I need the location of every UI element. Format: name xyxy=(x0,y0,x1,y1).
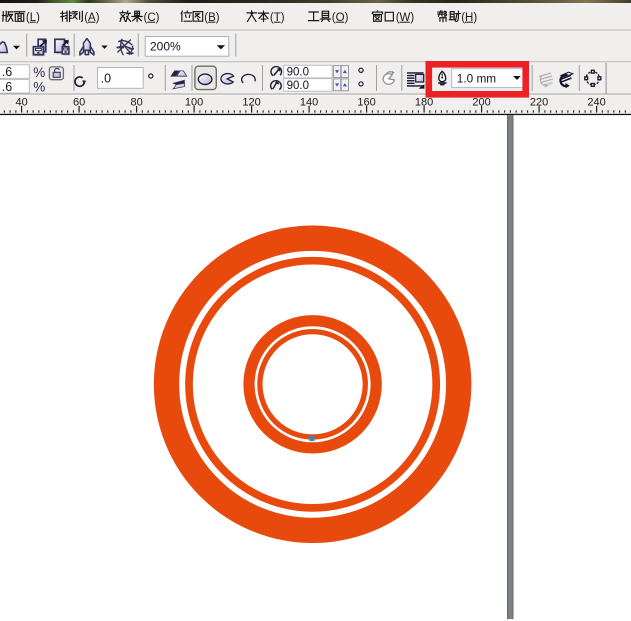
svg-text:%: % xyxy=(33,80,45,95)
svg-text:%: % xyxy=(33,65,45,80)
svg-text:180: 180 xyxy=(415,97,433,109)
svg-text:60: 60 xyxy=(73,97,85,109)
svg-text:.0: .0 xyxy=(101,72,111,86)
svg-text:.6: .6 xyxy=(2,80,12,94)
svg-text:.6: .6 xyxy=(2,65,12,79)
svg-text:240: 240 xyxy=(587,97,605,109)
svg-text:80: 80 xyxy=(130,97,142,109)
svg-text:200%: 200% xyxy=(150,40,181,54)
svg-text:200: 200 xyxy=(472,97,490,109)
svg-text:140: 140 xyxy=(300,97,318,109)
svg-text:40: 40 xyxy=(15,97,27,109)
svg-text:220: 220 xyxy=(530,97,548,109)
svg-text:160: 160 xyxy=(357,97,375,109)
svg-text:120: 120 xyxy=(242,97,260,109)
svg-text:1.0 mm: 1.0 mm xyxy=(457,71,497,85)
svg-text:90.0: 90.0 xyxy=(287,80,309,92)
svg-text:100: 100 xyxy=(185,97,203,109)
svg-text:90.0: 90.0 xyxy=(287,67,309,79)
